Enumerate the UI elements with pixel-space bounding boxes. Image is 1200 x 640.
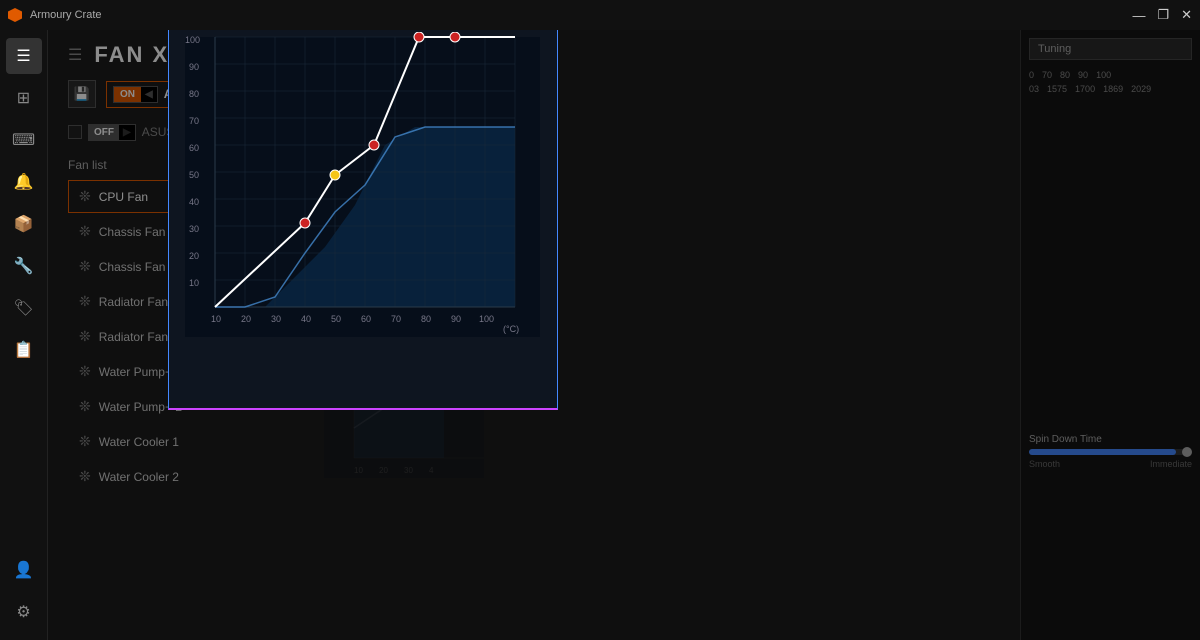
right-panel: Tuning 0 70 80 90 100 03 1575 1700 1869 … [1020, 30, 1200, 640]
svg-text:60: 60 [361, 314, 371, 324]
tuning-tab[interactable]: Tuning [1029, 38, 1192, 60]
sidebar: ☰ ⊞ ⌨ 🔔 📦 🔧 🏷 📋 👤 ⚙ [0, 30, 48, 640]
titlebar-left: Armoury Crate [8, 8, 102, 22]
chart-area[interactable]: 100 90 80 70 60 50 40 30 20 10 10 20 30 [185, 32, 540, 362]
minimize-button[interactable]: — [1132, 7, 1145, 23]
toggle-off-part: ◀ [141, 87, 157, 102]
fan-icon-radiator2: ❊ [79, 328, 91, 345]
sidebar-icon-wrench[interactable]: 🔧 [6, 248, 42, 284]
svg-text:10: 10 [354, 466, 363, 475]
spin-down-section: Spin Down Time Smooth Immediate [1029, 434, 1192, 469]
sidebar-icon-tag[interactable]: 🏷 [6, 290, 42, 326]
fan-icon-watercooler1: ❊ [79, 433, 91, 450]
fan-item-watercooler1[interactable]: ❊ Water Cooler 1 [68, 425, 308, 458]
svg-text:30: 30 [404, 466, 413, 475]
svg-text:50: 50 [189, 170, 199, 180]
fan-label-radiator2: Radiator Fan 2 [99, 330, 178, 344]
svg-text:50: 50 [331, 314, 341, 324]
curve-point-current [330, 170, 340, 180]
sidebar-icon-keyboard[interactable]: ⌨ [6, 122, 42, 158]
temp-table: 0 70 80 90 100 03 1575 1700 1869 2029 [1029, 70, 1192, 94]
sidebar-icon-settings[interactable]: ⚙ [6, 594, 42, 630]
toggle-on-label: ▶ [119, 125, 135, 140]
curve-point-5 [450, 32, 460, 42]
chart-svg: 100 90 80 70 60 50 40 30 20 10 10 20 30 [185, 32, 540, 362]
rpm-row: 03 1575 1700 1869 2029 [1029, 84, 1192, 94]
sidebar-icon-clipboard[interactable]: 📋 [6, 332, 42, 368]
svg-text:30: 30 [271, 314, 281, 324]
save-icon-button[interactable]: 💾 [68, 80, 96, 108]
svg-text:90: 90 [451, 314, 461, 324]
svg-text:80: 80 [421, 314, 431, 324]
sidebar-icon-bell[interactable]: 🔔 [6, 164, 42, 200]
app-name: Armoury Crate [30, 9, 102, 21]
fan-icon-radiator1: ❊ [79, 293, 91, 310]
fan-icon-waterpump1: ❊ [79, 363, 91, 380]
svg-text:20: 20 [379, 466, 388, 475]
main-container: ☰ ⊞ ⌨ 🔔 📦 🔧 🏷 📋 👤 ⚙ ☰ FAN XPERT 4 💾 ON ◀ [0, 30, 1200, 640]
hydranode-toggle[interactable]: OFF ▶ [88, 124, 136, 141]
content-area: ☰ FAN XPERT 4 💾 ON ◀ AI Cooling II ⚠ Res… [48, 30, 1200, 640]
svg-text:60: 60 [189, 143, 199, 153]
hydranode-checkbox[interactable] [68, 125, 82, 139]
overlay-panel: Smart mode Fixed RPM Mode Current RPM [168, 30, 558, 410]
svg-text:10: 10 [211, 314, 221, 324]
fan-label-chassis2: Chassis Fan 2 [99, 260, 176, 274]
titlebar: Armoury Crate — ❐ ✕ [0, 0, 1200, 30]
fan-label-chassis1: Chassis Fan 1 [99, 225, 176, 239]
fan-icon-watercooler2: ❊ [79, 468, 91, 485]
svg-text:40: 40 [301, 314, 311, 324]
svg-text:100: 100 [479, 314, 494, 324]
fan-label-cpu: CPU Fan [99, 190, 148, 204]
curve-point-3 [369, 140, 379, 150]
svg-text:20: 20 [189, 251, 199, 261]
svg-text:80: 80 [189, 89, 199, 99]
curve-point-4 [414, 32, 424, 42]
sidebar-icon-package[interactable]: 📦 [6, 206, 42, 242]
app-icon [8, 8, 22, 22]
toggle-on-part: ON [114, 87, 141, 102]
sidebar-icon-menu[interactable]: ☰ [6, 38, 42, 74]
spin-slider-handle[interactable] [1182, 447, 1192, 457]
svg-text:90: 90 [189, 62, 199, 72]
fan-item-watercooler2[interactable]: ❊ Water Cooler 2 [68, 460, 308, 493]
svg-text:30: 30 [189, 224, 199, 234]
svg-text:10: 10 [189, 278, 199, 288]
fan-icon-waterpump2: ❊ [79, 398, 91, 415]
fan-icon-cpu: ❊ [79, 188, 91, 205]
svg-text:4: 4 [429, 466, 434, 475]
close-button[interactable]: ✕ [1181, 7, 1192, 23]
sidebar-icon-grid[interactable]: ⊞ [6, 80, 42, 116]
spin-slider-fill [1029, 449, 1176, 455]
spin-immediate-label: Immediate [1150, 459, 1192, 469]
spin-down-label: Spin Down Time [1029, 434, 1192, 445]
svg-text:40: 40 [189, 197, 199, 207]
fan-label-watercooler2: Water Cooler 2 [99, 470, 179, 484]
fan-icon-chassis1: ❊ [79, 223, 91, 240]
spin-values: Smooth Immediate [1029, 459, 1192, 469]
svg-text:(°C): (°C) [503, 324, 519, 334]
chart-container: PWM(%) [185, 30, 541, 362]
spin-down-slider[interactable] [1029, 449, 1192, 455]
fan-label-watercooler1: Water Cooler 1 [99, 435, 179, 449]
toggle-off-label: OFF [89, 125, 119, 140]
sidebar-icon-user[interactable]: 👤 [6, 552, 42, 588]
svg-text:20: 20 [241, 314, 251, 324]
titlebar-controls[interactable]: — ❐ ✕ [1132, 7, 1192, 23]
ai-cooling-toggle[interactable]: ON ◀ [113, 86, 158, 103]
svg-text:100: 100 [185, 35, 200, 45]
curve-point-1 [300, 218, 310, 228]
maximize-button[interactable]: ❐ [1157, 7, 1169, 23]
temp-row-header: 0 70 80 90 100 [1029, 70, 1192, 80]
svg-text:70: 70 [189, 116, 199, 126]
hamburger-icon[interactable]: ☰ [68, 45, 82, 65]
fan-label-radiator1: Radiator Fan 1 [99, 295, 178, 309]
svg-text:70: 70 [391, 314, 401, 324]
fan-icon-chassis2: ❊ [79, 258, 91, 275]
